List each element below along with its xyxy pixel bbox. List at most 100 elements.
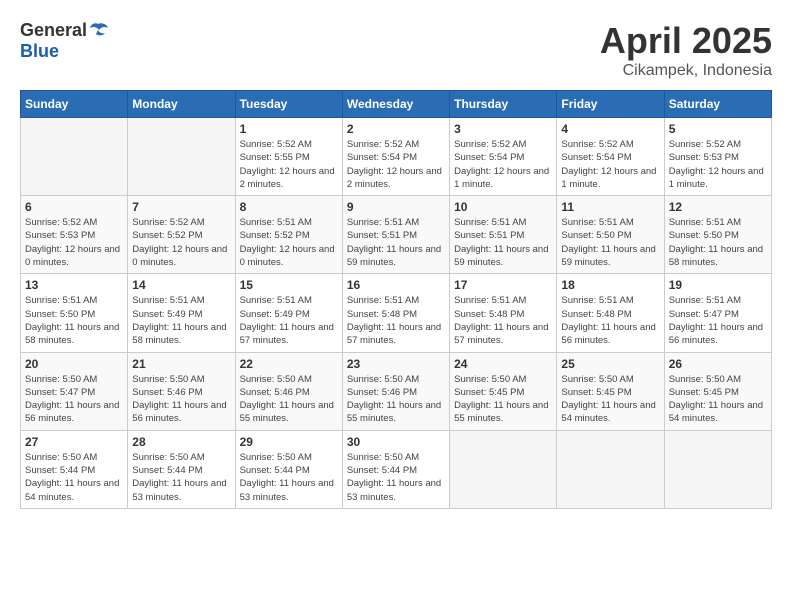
day-number: 1: [240, 122, 338, 136]
day-number: 30: [347, 435, 445, 449]
calendar-cell: [664, 430, 771, 508]
calendar-cell: 4 Sunrise: 5:52 AM Sunset: 5:54 PM Daylig…: [557, 118, 664, 196]
day-info: Sunrise: 5:50 AM Sunset: 5:47 PM Dayligh…: [25, 373, 123, 426]
calendar-cell: 16 Sunrise: 5:51 AM Sunset: 5:48 PM Dayli…: [342, 274, 449, 352]
calendar-cell: 9 Sunrise: 5:51 AM Sunset: 5:51 PM Daylig…: [342, 196, 449, 274]
day-number: 15: [240, 278, 338, 292]
calendar-cell: 17 Sunrise: 5:51 AM Sunset: 5:48 PM Dayli…: [450, 274, 557, 352]
day-info: Sunrise: 5:51 AM Sunset: 5:52 PM Dayligh…: [240, 216, 338, 269]
day-info: Sunrise: 5:50 AM Sunset: 5:44 PM Dayligh…: [25, 451, 123, 504]
calendar-cell: 19 Sunrise: 5:51 AM Sunset: 5:47 PM Dayli…: [664, 274, 771, 352]
calendar-cell: 8 Sunrise: 5:51 AM Sunset: 5:52 PM Daylig…: [235, 196, 342, 274]
calendar-cell: 2 Sunrise: 5:52 AM Sunset: 5:54 PM Daylig…: [342, 118, 449, 196]
day-info: Sunrise: 5:51 AM Sunset: 5:50 PM Dayligh…: [669, 216, 767, 269]
calendar-cell: 3Sunrise: 5:52 AM Sunset: 5:54 PM Daylig…: [450, 118, 557, 196]
calendar-week-row: 27Sunrise: 5:50 AM Sunset: 5:44 PM Dayli…: [21, 430, 772, 508]
weekday-header-saturday: Saturday: [664, 91, 771, 118]
day-info: Sunrise: 5:52 AM Sunset: 5:54 PM Dayligh…: [561, 138, 659, 191]
weekday-header-thursday: Thursday: [450, 91, 557, 118]
day-info: Sunrise: 5:52 AM Sunset: 5:52 PM Dayligh…: [132, 216, 230, 269]
weekday-header-sunday: Sunday: [21, 91, 128, 118]
calendar-cell: 7 Sunrise: 5:52 AM Sunset: 5:52 PM Daylig…: [128, 196, 235, 274]
day-info: Sunrise: 5:50 AM Sunset: 5:46 PM Dayligh…: [240, 373, 338, 426]
day-number: 7: [132, 200, 230, 214]
logo-general: General: [20, 20, 87, 41]
calendar-cell: [557, 430, 664, 508]
day-number: 14: [132, 278, 230, 292]
day-number: 11: [561, 200, 659, 214]
calendar-cell: 27Sunrise: 5:50 AM Sunset: 5:44 PM Dayli…: [21, 430, 128, 508]
day-info: Sunrise: 5:51 AM Sunset: 5:48 PM Dayligh…: [347, 294, 445, 347]
day-info: Sunrise: 5:51 AM Sunset: 5:47 PM Dayligh…: [669, 294, 767, 347]
calendar-cell: 12 Sunrise: 5:51 AM Sunset: 5:50 PM Dayli…: [664, 196, 771, 274]
day-number: 8: [240, 200, 338, 214]
location-title: Cikampek, Indonesia: [600, 62, 772, 80]
calendar-cell: 26 Sunrise: 5:50 AM Sunset: 5:45 PM Dayli…: [664, 352, 771, 430]
calendar-cell: 10 Sunrise: 5:51 AM Sunset: 5:51 PM Dayli…: [450, 196, 557, 274]
day-number: 9: [347, 200, 445, 214]
day-number: 16: [347, 278, 445, 292]
day-info: Sunrise: 5:50 AM Sunset: 5:46 PM Dayligh…: [347, 373, 445, 426]
month-title: April 2025: [600, 20, 772, 62]
calendar-cell: 15Sunrise: 5:51 AM Sunset: 5:49 PM Dayli…: [235, 274, 342, 352]
day-number: 2: [347, 122, 445, 136]
day-number: 18: [561, 278, 659, 292]
day-number: 22: [240, 357, 338, 371]
day-info: Sunrise: 5:51 AM Sunset: 5:48 PM Dayligh…: [454, 294, 552, 347]
logo: General Blue: [20, 20, 109, 62]
calendar-cell: [21, 118, 128, 196]
title-section: April 2025 Cikampek, Indonesia: [600, 20, 772, 80]
calendar-cell: 18 Sunrise: 5:51 AM Sunset: 5:48 PM Dayli…: [557, 274, 664, 352]
calendar-cell: 23 Sunrise: 5:50 AM Sunset: 5:46 PM Dayli…: [342, 352, 449, 430]
calendar-cell: 22 Sunrise: 5:50 AM Sunset: 5:46 PM Dayli…: [235, 352, 342, 430]
calendar-cell: 28 Sunrise: 5:50 AM Sunset: 5:44 PM Dayli…: [128, 430, 235, 508]
day-number: 19: [669, 278, 767, 292]
day-info: Sunrise: 5:51 AM Sunset: 5:50 PM Dayligh…: [25, 294, 123, 347]
day-number: 17: [454, 278, 552, 292]
day-info: Sunrise: 5:52 AM Sunset: 5:54 PM Dayligh…: [347, 138, 445, 191]
day-info: Sunrise: 5:51 AM Sunset: 5:51 PM Dayligh…: [347, 216, 445, 269]
weekday-header-monday: Monday: [128, 91, 235, 118]
calendar-cell: 11 Sunrise: 5:51 AM Sunset: 5:50 PM Dayli…: [557, 196, 664, 274]
calendar-cell: 5 Sunrise: 5:52 AM Sunset: 5:53 PM Daylig…: [664, 118, 771, 196]
calendar-cell: 21Sunrise: 5:50 AM Sunset: 5:46 PM Dayli…: [128, 352, 235, 430]
header: General Blue April 2025 Cikampek, Indone…: [20, 20, 772, 80]
calendar-week-row: 20Sunrise: 5:50 AM Sunset: 5:47 PM Dayli…: [21, 352, 772, 430]
calendar-cell: 20Sunrise: 5:50 AM Sunset: 5:47 PM Dayli…: [21, 352, 128, 430]
day-number: 3: [454, 122, 552, 136]
weekday-header-tuesday: Tuesday: [235, 91, 342, 118]
calendar-cell: 6Sunrise: 5:52 AM Sunset: 5:53 PM Daylig…: [21, 196, 128, 274]
calendar-cell: [450, 430, 557, 508]
day-number: 28: [132, 435, 230, 449]
calendar-cell: 25 Sunrise: 5:50 AM Sunset: 5:45 PM Dayli…: [557, 352, 664, 430]
day-number: 4: [561, 122, 659, 136]
calendar-cell: 13 Sunrise: 5:51 AM Sunset: 5:50 PM Dayli…: [21, 274, 128, 352]
calendar-week-row: 13 Sunrise: 5:51 AM Sunset: 5:50 PM Dayli…: [21, 274, 772, 352]
day-number: 26: [669, 357, 767, 371]
calendar-week-row: 1Sunrise: 5:52 AM Sunset: 5:55 PM Daylig…: [21, 118, 772, 196]
logo-blue: Blue: [20, 41, 59, 62]
day-info: Sunrise: 5:50 AM Sunset: 5:45 PM Dayligh…: [669, 373, 767, 426]
day-number: 10: [454, 200, 552, 214]
day-info: Sunrise: 5:51 AM Sunset: 5:49 PM Dayligh…: [132, 294, 230, 347]
day-number: 13: [25, 278, 123, 292]
weekday-header-row: SundayMondayTuesdayWednesdayThursdayFrid…: [21, 91, 772, 118]
day-number: 12: [669, 200, 767, 214]
calendar-cell: 29Sunrise: 5:50 AM Sunset: 5:44 PM Dayli…: [235, 430, 342, 508]
day-info: Sunrise: 5:52 AM Sunset: 5:53 PM Dayligh…: [669, 138, 767, 191]
calendar-cell: [128, 118, 235, 196]
day-info: Sunrise: 5:51 AM Sunset: 5:50 PM Dayligh…: [561, 216, 659, 269]
day-number: 23: [347, 357, 445, 371]
weekday-header-friday: Friday: [557, 91, 664, 118]
day-info: Sunrise: 5:50 AM Sunset: 5:45 PM Dayligh…: [561, 373, 659, 426]
day-info: Sunrise: 5:51 AM Sunset: 5:48 PM Dayligh…: [561, 294, 659, 347]
calendar-cell: 14 Sunrise: 5:51 AM Sunset: 5:49 PM Dayli…: [128, 274, 235, 352]
calendar-cell: 30Sunrise: 5:50 AM Sunset: 5:44 PM Dayli…: [342, 430, 449, 508]
logo-bird-icon: [87, 22, 109, 40]
day-info: Sunrise: 5:51 AM Sunset: 5:51 PM Dayligh…: [454, 216, 552, 269]
day-number: 24: [454, 357, 552, 371]
day-number: 5: [669, 122, 767, 136]
day-info: Sunrise: 5:50 AM Sunset: 5:44 PM Dayligh…: [132, 451, 230, 504]
day-info: Sunrise: 5:52 AM Sunset: 5:53 PM Dayligh…: [25, 216, 123, 269]
day-number: 25: [561, 357, 659, 371]
